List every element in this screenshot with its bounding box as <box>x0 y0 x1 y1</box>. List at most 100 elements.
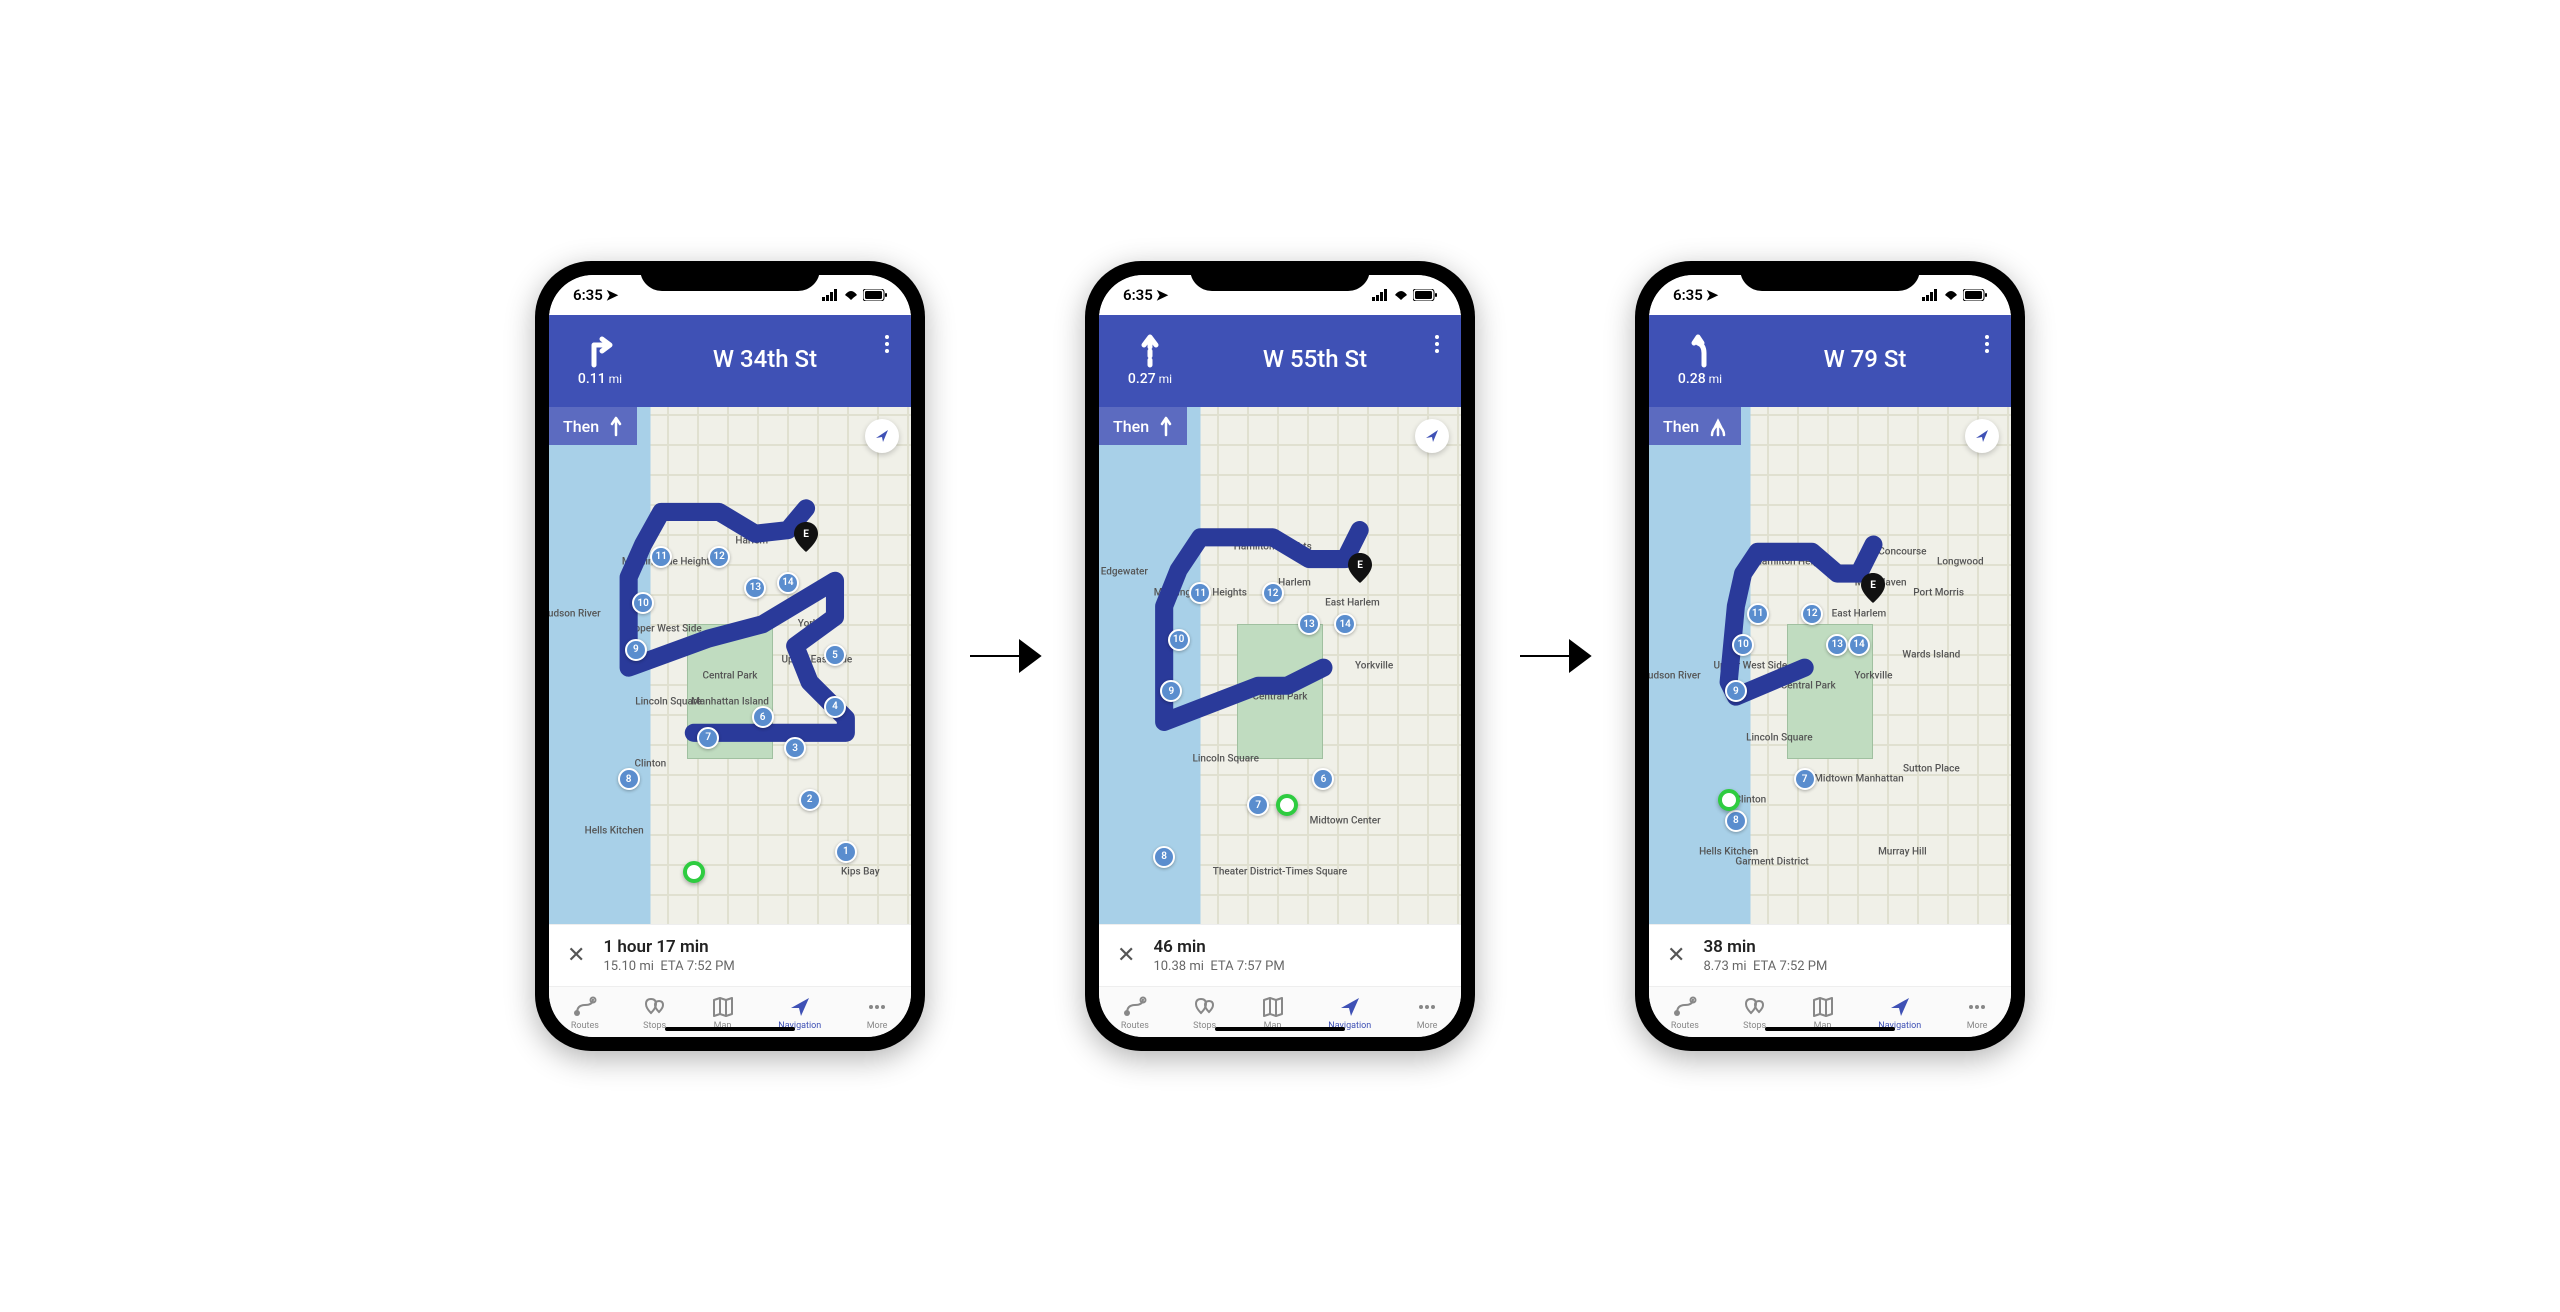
route-stop-1[interactable]: 1 <box>835 841 857 863</box>
then-indicator[interactable]: Then <box>549 407 637 445</box>
route-stop-14[interactable]: 14 <box>1848 634 1870 656</box>
compass-button[interactable] <box>1415 419 1449 453</box>
route-stop-13[interactable]: 13 <box>1298 613 1320 635</box>
nav-nav[interactable]: Navigation <box>778 995 821 1031</box>
route-stop-8[interactable]: 8 <box>1153 846 1175 868</box>
route-stop-9[interactable]: 9 <box>625 639 647 661</box>
route-stop-6[interactable]: 6 <box>1312 768 1334 790</box>
map-view[interactable]: Then Hamilton HeightsMorningside Heights… <box>1099 407 1461 924</box>
status-time: 6:35 <box>573 286 603 304</box>
route-stop-9[interactable]: 9 <box>1725 680 1747 702</box>
screen: 6:35➤ 0.27mi W 55th St Then Hamilton Hei… <box>1099 275 1461 1037</box>
map-label: Hells Kitchen <box>585 825 644 836</box>
map-label: Yorkville <box>1854 670 1892 681</box>
nav-routes[interactable]: Routes <box>1671 995 1699 1031</box>
nav-map[interactable]: Map <box>1261 995 1285 1031</box>
nav-routes[interactable]: Routes <box>1121 995 1149 1031</box>
route-stop-6[interactable]: 6 <box>752 706 774 728</box>
phone-frame: 6:35➤ 0.11mi W 34th St Then Morningside … <box>535 261 925 1051</box>
nav-map[interactable]: Map <box>1811 995 1835 1031</box>
map-label: Clinton <box>635 758 667 769</box>
home-indicator[interactable] <box>1215 1027 1345 1031</box>
route-stop-11[interactable]: 11 <box>1189 582 1211 604</box>
route-stop-7[interactable]: 7 <box>1247 794 1269 816</box>
route-stop-13[interactable]: 13 <box>1826 634 1848 656</box>
nav-more[interactable]: More <box>1965 995 1989 1031</box>
home-indicator[interactable] <box>665 1027 795 1031</box>
nav-more[interactable]: More <box>865 995 889 1031</box>
map-label: Hamilton Heights <box>1755 557 1833 568</box>
route-stop-11[interactable]: 11 <box>1747 603 1769 625</box>
nav-icon <box>1338 995 1362 1019</box>
menu-button[interactable] <box>1979 329 1995 359</box>
map-view[interactable]: Then Hamilton HeightsConcourseMott Haven… <box>1649 407 2011 924</box>
nav-nav[interactable]: Navigation <box>1878 995 1921 1031</box>
more-icon <box>1965 995 1989 1019</box>
nav-routes[interactable]: Routes <box>571 995 599 1031</box>
route-stop-13[interactable]: 13 <box>744 577 766 599</box>
then-indicator[interactable]: Then <box>1099 407 1187 445</box>
map-label: Lincoln Square <box>635 696 701 707</box>
map-label: Garment District <box>1735 856 1808 867</box>
route-stop-9[interactable]: 9 <box>1160 680 1182 702</box>
route-stop-7[interactable]: 7 <box>1794 768 1816 790</box>
route-stop-10[interactable]: 10 <box>632 592 654 614</box>
route-stop-12[interactable]: 12 <box>708 546 730 568</box>
routes-icon <box>573 995 597 1019</box>
battery-icon <box>1413 289 1437 301</box>
route-stop-7[interactable]: 7 <box>697 727 719 749</box>
map-label: Port Morris <box>1913 588 1964 599</box>
end-pin[interactable]: E <box>1861 573 1885 603</box>
route-stop-8[interactable]: 8 <box>618 768 640 790</box>
route-stop-12[interactable]: 12 <box>1262 582 1284 604</box>
direction-icon <box>1680 331 1720 371</box>
end-pin[interactable]: E <box>794 522 818 552</box>
home-indicator[interactable] <box>1765 1027 1895 1031</box>
route-stop-10[interactable]: 10 <box>1732 634 1754 656</box>
map-label: Theater District-Times Square <box>1213 867 1348 878</box>
route-stop-5[interactable]: 5 <box>824 644 846 666</box>
map-label: Sutton Place <box>1903 763 1960 774</box>
route-stop-2[interactable]: 2 <box>799 789 821 811</box>
compass-button[interactable] <box>1965 419 1999 453</box>
trip-summary: ✕ 46 min 10.38 mi ETA 7:57 PM <box>1099 924 1461 986</box>
nav-nav[interactable]: Navigation <box>1328 995 1371 1031</box>
route-stop-11[interactable]: 11 <box>650 546 672 568</box>
map-label: Yorkville <box>798 619 836 630</box>
wifi-icon <box>843 289 859 301</box>
close-button[interactable]: ✕ <box>1663 939 1689 972</box>
current-location[interactable] <box>683 861 705 883</box>
current-location[interactable] <box>1718 789 1740 811</box>
map-label: Hells Kitchen <box>1699 846 1758 857</box>
then-indicator[interactable]: Then <box>1649 407 1741 445</box>
status-time: 6:35 <box>1673 286 1703 304</box>
more-icon <box>1415 995 1439 1019</box>
route-stop-3[interactable]: 3 <box>784 737 806 759</box>
trip-miles: 15.10 mi <box>603 959 653 974</box>
nav-stops[interactable]: Stops <box>1193 995 1217 1031</box>
map-label: Hudson River <box>549 608 601 619</box>
stops-icon <box>1743 995 1767 1019</box>
nav-map[interactable]: Map <box>711 995 735 1031</box>
nav-more[interactable]: More <box>1415 995 1439 1031</box>
map-label: Central Park <box>1781 681 1836 692</box>
map-label: Central Park <box>1252 691 1307 702</box>
route-stop-12[interactable]: 12 <box>1801 603 1823 625</box>
route-stop-10[interactable]: 10 <box>1168 629 1190 651</box>
route-stop-14[interactable]: 14 <box>777 572 799 594</box>
compass-button[interactable] <box>865 419 899 453</box>
map-view[interactable]: Then Morningside HeightsHarlemUpper West… <box>549 407 911 924</box>
route-stop-8[interactable]: 8 <box>1725 810 1747 832</box>
nav-stops[interactable]: Stops <box>1743 995 1767 1031</box>
menu-button[interactable] <box>879 329 895 359</box>
nav-stops[interactable]: Stops <box>643 995 667 1031</box>
close-button[interactable]: ✕ <box>1113 939 1139 972</box>
route-stop-4[interactable]: 4 <box>824 696 846 718</box>
current-location[interactable] <box>1276 794 1298 816</box>
map-label: Wards Island <box>1902 650 1960 661</box>
close-button[interactable]: ✕ <box>563 939 589 972</box>
menu-button[interactable] <box>1429 329 1445 359</box>
route-stop-14[interactable]: 14 <box>1334 613 1356 635</box>
end-pin[interactable]: E <box>1348 553 1372 583</box>
trip-miles: 8.73 mi <box>1703 959 1746 974</box>
